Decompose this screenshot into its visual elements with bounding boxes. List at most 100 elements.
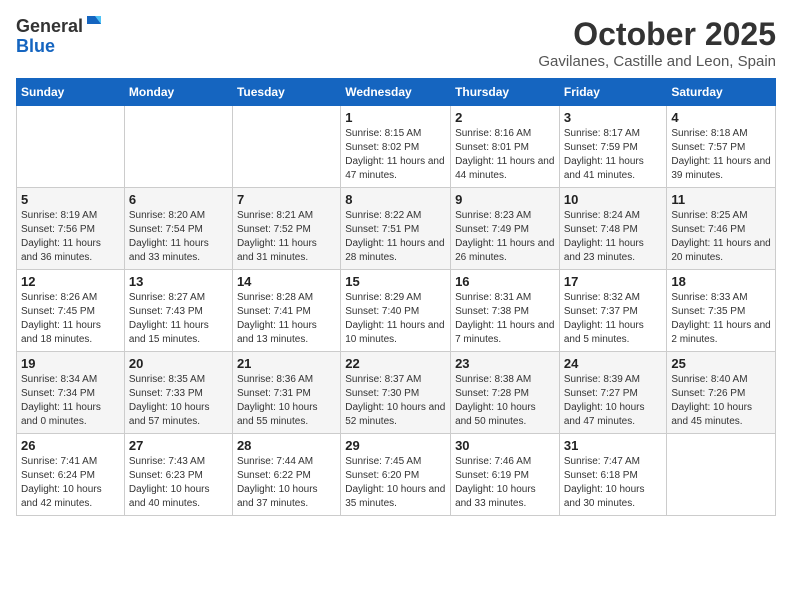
- day-number: 28: [237, 438, 336, 453]
- logo: General Blue: [16, 16, 103, 57]
- calendar-cell: 27Sunrise: 7:43 AM Sunset: 6:23 PM Dayli…: [124, 434, 232, 516]
- header-monday: Monday: [124, 79, 232, 106]
- calendar-body: 1 Sunrise: 8:15 AM Sunset: 8:02 PM Daylig…: [17, 106, 776, 516]
- day-info: Sunrise: 8:35 AM Sunset: 7:33 PM Dayligh…: [129, 373, 228, 429]
- logo-blue: Blue: [16, 36, 55, 56]
- calendar-cell: 24Sunrise: 8:39 AM Sunset: 7:27 PM Dayli…: [559, 352, 667, 434]
- calendar-cell: [17, 106, 125, 188]
- day-number: 21: [237, 356, 336, 371]
- calendar-header-row: SundayMondayTuesdayWednesdayThursdayFrid…: [17, 79, 776, 106]
- calendar-cell: 8 Sunrise: 8:22 AM Sunset: 7:51 PM Daylig…: [341, 188, 451, 270]
- title-block: October 2025 Gavilanes, Castille and Leo…: [538, 16, 776, 70]
- calendar-table: SundayMondayTuesdayWednesdayThursdayFrid…: [16, 78, 776, 516]
- day-number: 16: [455, 274, 555, 289]
- day-info: Sunrise: 8:37 AM Sunset: 7:30 PM Dayligh…: [345, 373, 446, 429]
- calendar-cell: [124, 106, 232, 188]
- calendar-cell: 15 Sunrise: 8:29 AM Sunset: 7:40 PM Dayli…: [341, 270, 451, 352]
- day-number: 30: [455, 438, 555, 453]
- day-number: 31: [564, 438, 663, 453]
- calendar-cell: 13 Sunrise: 8:27 AM Sunset: 7:43 PM Dayli…: [124, 270, 232, 352]
- day-number: 6: [129, 192, 228, 207]
- calendar-cell: 29 Sunrise: 7:45 AM Sunset: 6:20 PM Dayli…: [341, 434, 451, 516]
- calendar-cell: 1 Sunrise: 8:15 AM Sunset: 8:02 PM Daylig…: [341, 106, 451, 188]
- page-header: General Blue October 2025 Gavilanes, Cas…: [16, 16, 776, 70]
- day-number: 11: [671, 192, 771, 207]
- day-number: 26: [21, 438, 120, 453]
- day-info: Sunrise: 8:33 AM Sunset: 7:35 PM Dayligh…: [671, 291, 771, 347]
- calendar-week-3: 19 Sunrise: 8:34 AM Sunset: 7:34 PM Dayli…: [17, 352, 776, 434]
- day-number: 7: [237, 192, 336, 207]
- day-info: Sunrise: 8:24 AM Sunset: 7:48 PM Dayligh…: [564, 209, 663, 265]
- header-friday: Friday: [559, 79, 667, 106]
- calendar-cell: [667, 434, 776, 516]
- calendar-week-2: 12Sunrise: 8:26 AM Sunset: 7:45 PM Dayli…: [17, 270, 776, 352]
- day-number: 13: [129, 274, 228, 289]
- calendar-cell: 20Sunrise: 8:35 AM Sunset: 7:33 PM Dayli…: [124, 352, 232, 434]
- calendar-week-4: 26 Sunrise: 7:41 AM Sunset: 6:24 PM Dayli…: [17, 434, 776, 516]
- day-info: Sunrise: 8:39 AM Sunset: 7:27 PM Dayligh…: [564, 373, 663, 429]
- calendar-cell: 16 Sunrise: 8:31 AM Sunset: 7:38 PM Dayli…: [451, 270, 560, 352]
- calendar-cell: 19 Sunrise: 8:34 AM Sunset: 7:34 PM Dayli…: [17, 352, 125, 434]
- calendar-week-0: 1 Sunrise: 8:15 AM Sunset: 8:02 PM Daylig…: [17, 106, 776, 188]
- day-info: Sunrise: 8:19 AM Sunset: 7:56 PM Dayligh…: [21, 209, 120, 265]
- day-info: Sunrise: 8:23 AM Sunset: 7:49 PM Dayligh…: [455, 209, 555, 265]
- day-info: Sunrise: 7:41 AM Sunset: 6:24 PM Dayligh…: [21, 455, 120, 511]
- header-saturday: Saturday: [667, 79, 776, 106]
- day-number: 4: [671, 110, 771, 125]
- subtitle: Gavilanes, Castille and Leon, Spain: [538, 53, 776, 70]
- calendar-cell: [232, 106, 340, 188]
- day-number: 14: [237, 274, 336, 289]
- day-info: Sunrise: 8:38 AM Sunset: 7:28 PM Dayligh…: [455, 373, 555, 429]
- day-number: 15: [345, 274, 446, 289]
- header-sunday: Sunday: [17, 79, 125, 106]
- main-title: October 2025: [538, 16, 776, 53]
- day-info: Sunrise: 8:40 AM Sunset: 7:26 PM Dayligh…: [671, 373, 771, 429]
- day-number: 29: [345, 438, 446, 453]
- day-number: 19: [21, 356, 120, 371]
- day-info: Sunrise: 7:44 AM Sunset: 6:22 PM Dayligh…: [237, 455, 336, 511]
- day-number: 8: [345, 192, 446, 207]
- logo-general: General: [16, 16, 83, 36]
- day-number: 17: [564, 274, 663, 289]
- day-info: Sunrise: 8:20 AM Sunset: 7:54 PM Dayligh…: [129, 209, 228, 265]
- day-info: Sunrise: 8:31 AM Sunset: 7:38 PM Dayligh…: [455, 291, 555, 347]
- day-number: 5: [21, 192, 120, 207]
- day-info: Sunrise: 8:28 AM Sunset: 7:41 PM Dayligh…: [237, 291, 336, 347]
- calendar-cell: 31 Sunrise: 7:47 AM Sunset: 6:18 PM Dayli…: [559, 434, 667, 516]
- calendar-cell: 26 Sunrise: 7:41 AM Sunset: 6:24 PM Dayli…: [17, 434, 125, 516]
- day-info: Sunrise: 8:32 AM Sunset: 7:37 PM Dayligh…: [564, 291, 663, 347]
- calendar-cell: 23Sunrise: 8:38 AM Sunset: 7:28 PM Dayli…: [451, 352, 560, 434]
- day-info: Sunrise: 8:18 AM Sunset: 7:57 PM Dayligh…: [671, 127, 771, 183]
- day-info: Sunrise: 7:43 AM Sunset: 6:23 PM Dayligh…: [129, 455, 228, 511]
- calendar-cell: 18Sunrise: 8:33 AM Sunset: 7:35 PM Dayli…: [667, 270, 776, 352]
- calendar-week-1: 5 Sunrise: 8:19 AM Sunset: 7:56 PM Daylig…: [17, 188, 776, 270]
- day-info: Sunrise: 8:29 AM Sunset: 7:40 PM Dayligh…: [345, 291, 446, 347]
- calendar-cell: 6 Sunrise: 8:20 AM Sunset: 7:54 PM Daylig…: [124, 188, 232, 270]
- calendar-cell: 4 Sunrise: 8:18 AM Sunset: 7:57 PM Daylig…: [667, 106, 776, 188]
- calendar-cell: 21 Sunrise: 8:36 AM Sunset: 7:31 PM Dayli…: [232, 352, 340, 434]
- calendar-cell: 17 Sunrise: 8:32 AM Sunset: 7:37 PM Dayli…: [559, 270, 667, 352]
- calendar-cell: 30 Sunrise: 7:46 AM Sunset: 6:19 PM Dayli…: [451, 434, 560, 516]
- day-number: 12: [21, 274, 120, 289]
- logo-flag-icon: [85, 14, 103, 32]
- day-number: 1: [345, 110, 446, 125]
- calendar-cell: 5 Sunrise: 8:19 AM Sunset: 7:56 PM Daylig…: [17, 188, 125, 270]
- day-info: Sunrise: 7:45 AM Sunset: 6:20 PM Dayligh…: [345, 455, 446, 511]
- day-info: Sunrise: 8:36 AM Sunset: 7:31 PM Dayligh…: [237, 373, 336, 429]
- day-number: 10: [564, 192, 663, 207]
- day-info: Sunrise: 8:22 AM Sunset: 7:51 PM Dayligh…: [345, 209, 446, 265]
- day-info: Sunrise: 8:27 AM Sunset: 7:43 PM Dayligh…: [129, 291, 228, 347]
- day-info: Sunrise: 7:46 AM Sunset: 6:19 PM Dayligh…: [455, 455, 555, 511]
- day-info: Sunrise: 8:34 AM Sunset: 7:34 PM Dayligh…: [21, 373, 120, 429]
- calendar-cell: 7Sunrise: 8:21 AM Sunset: 7:52 PM Daylig…: [232, 188, 340, 270]
- calendar-cell: 3Sunrise: 8:17 AM Sunset: 7:59 PM Daylig…: [559, 106, 667, 188]
- day-number: 25: [671, 356, 771, 371]
- day-info: Sunrise: 7:47 AM Sunset: 6:18 PM Dayligh…: [564, 455, 663, 511]
- calendar-cell: 28 Sunrise: 7:44 AM Sunset: 6:22 PM Dayli…: [232, 434, 340, 516]
- calendar-cell: 9Sunrise: 8:23 AM Sunset: 7:49 PM Daylig…: [451, 188, 560, 270]
- calendar-cell: 11 Sunrise: 8:25 AM Sunset: 7:46 PM Dayli…: [667, 188, 776, 270]
- day-info: Sunrise: 8:15 AM Sunset: 8:02 PM Dayligh…: [345, 127, 446, 183]
- calendar-cell: 22Sunrise: 8:37 AM Sunset: 7:30 PM Dayli…: [341, 352, 451, 434]
- day-info: Sunrise: 8:25 AM Sunset: 7:46 PM Dayligh…: [671, 209, 771, 265]
- header-wednesday: Wednesday: [341, 79, 451, 106]
